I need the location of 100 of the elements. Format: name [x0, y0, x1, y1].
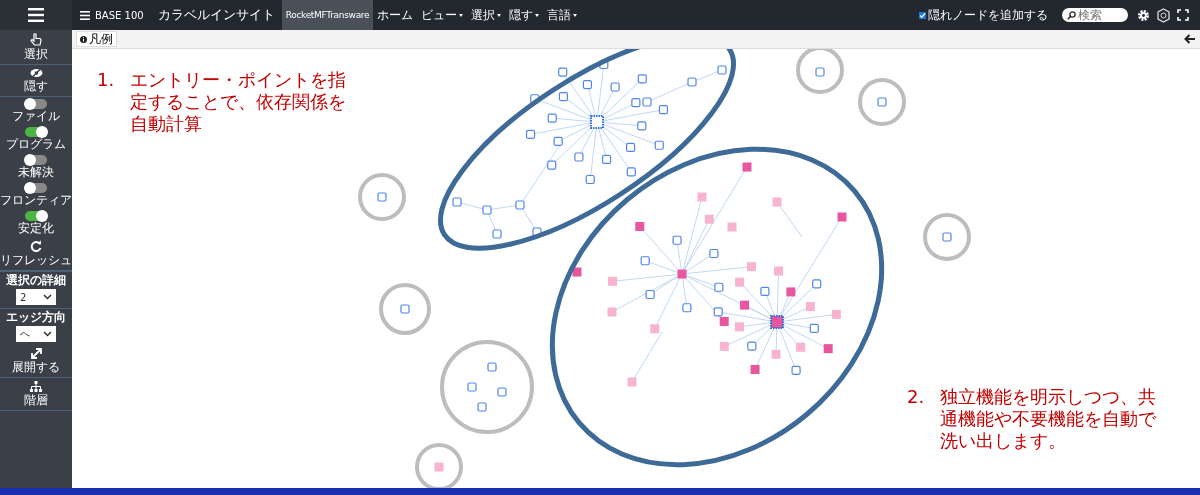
program-node[interactable] [640, 256, 650, 266]
program-node[interactable] [487, 362, 497, 372]
file-node[interactable] [704, 214, 714, 224]
program-node[interactable] [585, 174, 595, 185]
file-node[interactable] [727, 222, 737, 232]
file-node[interactable] [608, 276, 618, 286]
program-node[interactable] [637, 121, 647, 131]
program-node[interactable] [574, 152, 584, 162]
program-node[interactable] [515, 200, 525, 210]
program-node[interactable] [877, 97, 887, 107]
file-node[interactable] [677, 269, 687, 279]
settings-icon[interactable] [1137, 8, 1150, 22]
toggle-switch[interactable] [25, 183, 47, 193]
nav-menu[interactable]: 選択 [467, 6, 506, 24]
program-node[interactable] [714, 282, 724, 292]
nav-menu[interactable]: ホーム [373, 6, 418, 24]
file-node[interactable] [650, 324, 660, 334]
program-node[interactable] [631, 98, 641, 108]
program-node[interactable] [558, 91, 568, 102]
file-node[interactable] [719, 341, 729, 351]
dropdown-select[interactable]: へ [16, 326, 56, 342]
file-node[interactable] [831, 309, 841, 319]
program-node[interactable] [658, 105, 669, 115]
program-node[interactable] [558, 67, 568, 77]
nav-menu[interactable]: 隠す [505, 6, 544, 24]
file-node[interactable] [734, 322, 744, 332]
program-node[interactable] [654, 140, 664, 150]
file-node[interactable] [805, 302, 815, 312]
program-node[interactable] [809, 323, 819, 334]
program-node[interactable] [626, 167, 636, 177]
program-node[interactable] [400, 304, 410, 314]
program-node[interactable] [812, 279, 822, 289]
file-node[interactable] [742, 162, 752, 172]
file-node[interactable] [434, 462, 444, 472]
toggle-switch[interactable] [25, 127, 47, 137]
file-node[interactable] [697, 192, 707, 202]
search-field[interactable]: 検索 [1062, 8, 1128, 22]
file-node[interactable] [774, 266, 784, 276]
file-node[interactable] [627, 377, 637, 387]
program-node[interactable] [547, 113, 557, 123]
toggle-switch[interactable] [25, 99, 47, 109]
program-node[interactable] [713, 307, 723, 317]
program-node[interactable] [645, 289, 655, 300]
program-node[interactable] [682, 303, 692, 313]
program-node[interactable] [760, 286, 770, 296]
program-node[interactable] [582, 80, 593, 90]
file-node[interactable] [607, 307, 617, 317]
program-node[interactable] [717, 65, 727, 75]
program-node[interactable] [815, 67, 825, 77]
toggle-switch[interactable] [25, 211, 47, 221]
file-node[interactable] [750, 364, 760, 374]
program-node[interactable] [532, 227, 542, 237]
menu-icon[interactable] [0, 0, 72, 30]
program-node[interactable] [601, 154, 612, 164]
program-node[interactable] [477, 402, 487, 412]
project-tab[interactable]: RocketMFTransware [281, 0, 374, 30]
file-node[interactable] [771, 349, 781, 359]
program-node[interactable] [377, 192, 387, 202]
nav-menu[interactable]: 言語 [543, 6, 582, 24]
program-node[interactable] [672, 235, 682, 245]
program-node[interactable] [637, 74, 647, 84]
file-node[interactable] [735, 277, 745, 287]
brand-title[interactable]: BASE 100 [80, 9, 144, 21]
back-arrow-icon[interactable] [1184, 34, 1196, 44]
file-node[interactable] [823, 344, 833, 354]
program-node[interactable] [791, 365, 801, 375]
program-node[interactable] [687, 77, 697, 87]
program-node[interactable] [942, 232, 952, 242]
file-node[interactable] [635, 222, 645, 232]
menu-icon[interactable] [80, 10, 90, 20]
search-input[interactable]: 検索 [1078, 8, 1120, 22]
program-node[interactable] [553, 136, 563, 146]
program-node[interactable] [482, 205, 492, 215]
file-node[interactable] [786, 287, 796, 297]
program-node[interactable] [492, 229, 502, 239]
program-node[interactable] [467, 382, 477, 392]
dropdown-select[interactable]: 2 [16, 289, 56, 305]
file-node[interactable] [772, 197, 782, 207]
program-node[interactable] [497, 387, 507, 397]
file-node[interactable] [572, 267, 582, 277]
file-node[interactable] [796, 342, 806, 352]
program-node[interactable] [747, 341, 757, 351]
file-node[interactable] [746, 262, 756, 272]
file-node[interactable] [740, 300, 750, 310]
selected-node[interactable] [770, 315, 784, 329]
program-node[interactable] [452, 197, 462, 207]
toggle-switch[interactable] [25, 155, 47, 165]
program-node[interactable] [709, 248, 719, 259]
program-node[interactable] [525, 129, 536, 139]
program-node[interactable] [530, 94, 540, 104]
program-node[interactable] [642, 97, 652, 107]
program-node[interactable] [547, 160, 557, 170]
file-node[interactable] [719, 316, 729, 326]
legend-tab[interactable]: 凡例 [76, 31, 117, 47]
fullscreen-icon[interactable] [1177, 9, 1189, 21]
hexagon-network-icon[interactable] [1156, 7, 1171, 23]
checkbox[interactable] [919, 11, 926, 19]
nav-menu[interactable]: ビュー [417, 6, 468, 24]
program-node[interactable] [610, 82, 620, 92]
selected-node[interactable] [590, 115, 604, 129]
